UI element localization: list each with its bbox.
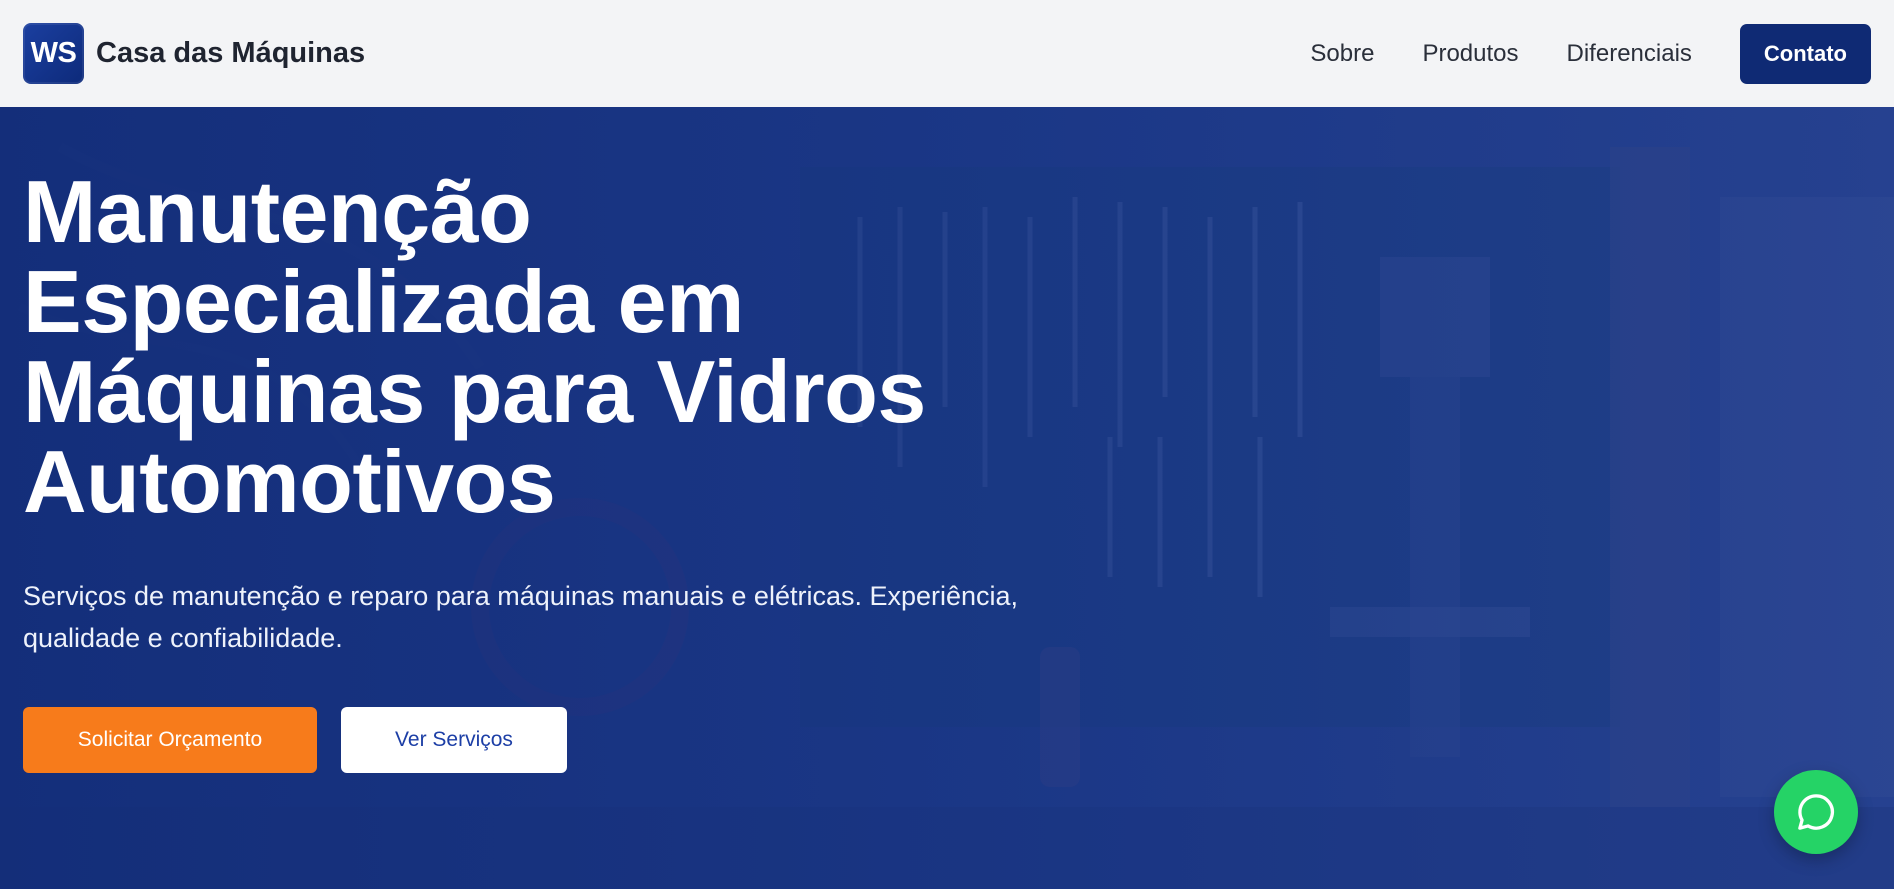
hero-actions: Solicitar Orçamento Ver Serviços bbox=[23, 707, 1123, 773]
nav-link-produtos[interactable]: Produtos bbox=[1422, 40, 1518, 68]
hero-title-line: Máquinas para Vidros bbox=[23, 342, 926, 441]
hero-title: Manutenção Especializada em Máquinas par… bbox=[23, 167, 1123, 527]
hero-content: Manutenção Especializada em Máquinas par… bbox=[23, 167, 1123, 773]
nav-link-sobre[interactable]: Sobre bbox=[1310, 40, 1374, 68]
hero-title-line: Especializada em bbox=[23, 252, 744, 351]
brand-name: Casa das Máquinas bbox=[96, 37, 366, 69]
whatsapp-icon bbox=[1798, 794, 1835, 830]
hero-title-line: Automotivos bbox=[23, 432, 556, 531]
view-services-button[interactable]: Ver Serviços bbox=[341, 707, 567, 773]
whatsapp-button[interactable] bbox=[1774, 770, 1858, 854]
hero-section: Manutenção Especializada em Máquinas par… bbox=[0, 107, 1894, 889]
nav-link-diferenciais[interactable]: Diferenciais bbox=[1567, 40, 1692, 68]
main-nav: Sobre Produtos Diferenciais Contato bbox=[1310, 23, 1871, 84]
logo-badge: WS bbox=[23, 23, 84, 84]
hero-title-line: Manutenção bbox=[23, 162, 532, 261]
request-quote-button[interactable]: Solicitar Orçamento bbox=[23, 707, 317, 773]
contact-button[interactable]: Contato bbox=[1739, 23, 1871, 84]
site-header: WS Casa das Máquinas Sobre Produtos Dife… bbox=[0, 0, 1894, 107]
hero-subtitle: Serviços de manutenção e reparo para máq… bbox=[23, 581, 1019, 653]
logo[interactable]: WS Casa das Máquinas bbox=[23, 23, 365, 84]
